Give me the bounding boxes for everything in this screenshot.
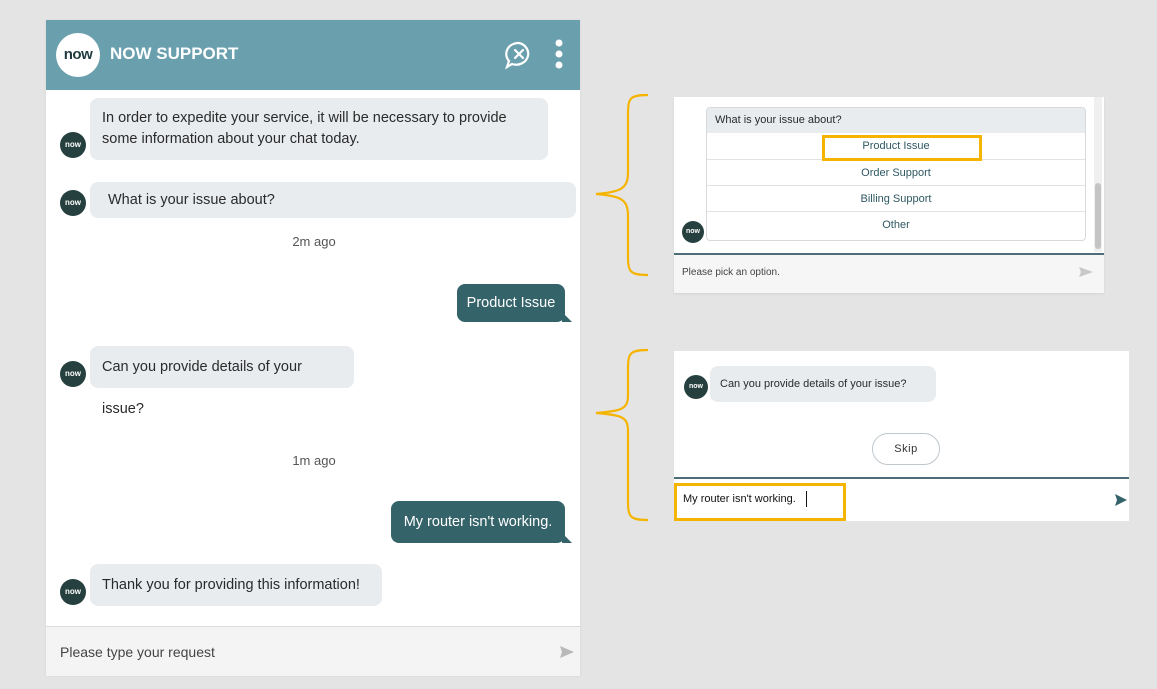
- highlight-box-product-issue: [822, 135, 982, 161]
- option-input-bar: Please pick an option.: [674, 253, 1104, 293]
- scrollbar-thumb[interactable]: [1095, 183, 1101, 249]
- bot-avatar: now: [682, 221, 704, 243]
- now-logo: now: [56, 33, 100, 77]
- bot-message-intro: In order to expedite your service, it wi…: [90, 98, 548, 160]
- more-options-icon[interactable]: [550, 38, 568, 72]
- brace-connector-bottom: [595, 348, 649, 522]
- send-icon[interactable]: [558, 643, 576, 661]
- skip-button[interactable]: Skip: [872, 433, 940, 465]
- user-message-product-issue: Product Issue: [457, 284, 572, 322]
- bot-message-details: Can you provide details of your issue?: [710, 366, 936, 402]
- send-icon[interactable]: [1114, 493, 1128, 507]
- details-entry-panel: now Can you provide details of your issu…: [674, 351, 1129, 521]
- send-icon[interactable]: [1078, 265, 1094, 279]
- bot-message-question: What is your issue about?: [90, 182, 576, 218]
- bot-avatar: now: [60, 190, 86, 216]
- bot-avatar: now: [60, 579, 86, 605]
- option-order-support[interactable]: Order Support: [707, 159, 1085, 185]
- option-other[interactable]: Other: [707, 211, 1085, 237]
- bot-avatar: now: [60, 361, 86, 387]
- option-picker-panel: What is your issue about? Product Issue …: [674, 97, 1104, 293]
- chat-message-input[interactable]: [60, 641, 500, 663]
- user-message-router: My router isn't working.: [391, 501, 572, 543]
- highlight-box-details-input: [674, 483, 846, 521]
- bot-message-details: Can you provide details of your issue?: [90, 346, 354, 417]
- bot-avatar: now: [60, 132, 86, 158]
- chat-window: now NOW SUPPORT now In order to expedite…: [46, 20, 580, 676]
- option-billing-support[interactable]: Billing Support: [707, 185, 1085, 211]
- bot-message-thanks: Thank you for providing this information…: [90, 564, 382, 606]
- option-question: What is your issue about?: [707, 108, 1085, 133]
- chat-title: NOW SUPPORT: [110, 44, 239, 63]
- timestamp: 1m ago: [292, 453, 336, 468]
- chat-header: now NOW SUPPORT: [46, 20, 580, 90]
- option-input-placeholder[interactable]: Please pick an option.: [682, 267, 780, 278]
- option-list-card: What is your issue about? Product Issue …: [706, 107, 1086, 241]
- close-chat-icon[interactable]: [504, 40, 534, 70]
- brace-connector-top: [595, 93, 649, 277]
- bot-avatar: now: [684, 375, 708, 399]
- timestamp: 2m ago: [292, 234, 336, 249]
- chat-input-bar: [46, 626, 580, 676]
